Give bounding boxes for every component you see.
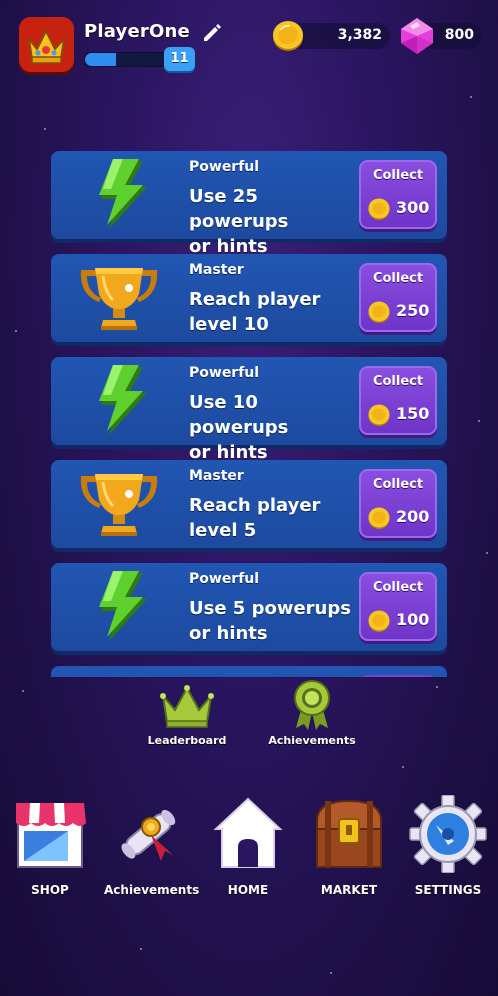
gem-icon (401, 18, 433, 54)
achievement-category: Master (189, 262, 244, 278)
achievement-card: Master Reach player level 10 Collect 250 (51, 254, 447, 342)
lightning-bolt-icon (99, 365, 147, 435)
collect-button-label: Collect (372, 477, 424, 492)
treasure-chest-icon (316, 799, 382, 868)
coin-icon (368, 301, 390, 323)
trophy-icon (80, 474, 158, 536)
collect-button-label: Collect (372, 271, 424, 286)
achievement-rosette-icon (294, 680, 330, 730)
collect-button-label: Collect (372, 580, 424, 595)
leaderboard-crown-icon (160, 685, 214, 728)
collect-button-partial[interactable] (359, 675, 437, 677)
nav-settings[interactable]: SETTINGS (403, 794, 493, 897)
achievement-card-partial (51, 666, 447, 677)
achievement-card: Powerful Use 5 powerups or hints Collect… (51, 563, 447, 651)
achievement-description-line: Reach player (189, 495, 321, 516)
nav-shop-label: SHOP (31, 883, 69, 897)
crown-icon (19, 17, 74, 72)
player-level-badge: 11 (164, 47, 195, 71)
edit-pencil-icon[interactable] (200, 21, 224, 43)
achievement-category: Powerful (189, 365, 260, 381)
player-name: PlayerOne (84, 21, 190, 42)
coin-icon (368, 198, 390, 220)
collect-button[interactable]: Collect 300 (359, 160, 437, 229)
achievement-description-line: level 10 (189, 314, 269, 335)
achievement-description: Use 25 powerups or hints (189, 184, 359, 259)
player-avatar[interactable] (19, 17, 74, 72)
achievement-category: Powerful (189, 571, 260, 587)
gem-balance-value: 800 (444, 27, 474, 43)
collect-button[interactable]: Collect 250 (359, 263, 437, 332)
reward-amount: 300 (396, 198, 430, 217)
achievement-description-line: or hints (189, 623, 268, 644)
coin-icon (368, 404, 390, 426)
leaderboard-tab[interactable]: Leaderboard (145, 684, 229, 747)
achievement-description: Reach player level 10 (189, 287, 359, 337)
coin-icon (368, 610, 390, 632)
achievement-category: Powerful (189, 159, 260, 175)
reward-amount: 200 (396, 507, 430, 526)
lightning-bolt-icon (99, 159, 147, 229)
coin-balance-value: 3,382 (337, 27, 382, 43)
coin-icon (368, 507, 390, 529)
achievement-description: Use 5 powerups or hints (189, 596, 359, 646)
achievement-category: Master (189, 468, 244, 484)
nav-shop[interactable]: SHOP (5, 795, 95, 897)
leaderboard-label: Leaderboard (147, 734, 227, 747)
reward-amount: 150 (396, 404, 430, 423)
collect-button[interactable]: Collect 200 (359, 469, 437, 538)
reward-amount: 100 (396, 610, 430, 629)
nav-achievements[interactable]: Achievements (104, 795, 200, 897)
xp-progress-bar (84, 52, 168, 67)
nav-market-label: MARKET (320, 883, 378, 897)
achievements-label: Achievements (268, 734, 356, 747)
collect-button[interactable]: Collect 150 (359, 366, 437, 435)
collect-button-label: Collect (372, 374, 424, 389)
reward-amount: 250 (396, 301, 430, 320)
collect-button[interactable]: Collect 100 (359, 572, 437, 641)
lightning-bolt-icon (99, 571, 147, 641)
achievement-description-line: level 5 (189, 520, 257, 541)
achievement-description-line: Reach player (189, 289, 321, 310)
coin-icon (273, 21, 303, 51)
home-house-icon (213, 797, 283, 868)
collect-button-label: Collect (372, 168, 424, 183)
achievement-description-line: Use 25 powerups (189, 186, 289, 232)
achievement-description-line: Use 10 powerups (189, 392, 289, 438)
achievements-tab[interactable]: Achievements (268, 680, 356, 747)
achievement-card: Master Reach player level 5 Collect 200 (51, 460, 447, 548)
nav-achievements-label: Achievements (104, 883, 200, 897)
scroll-diploma-icon (121, 809, 176, 861)
shop-store-icon (16, 803, 86, 868)
nav-home-label: HOME (227, 883, 269, 897)
xp-progress-fill (85, 53, 117, 66)
nav-market[interactable]: MARKET (304, 795, 394, 897)
nav-settings-label: SETTINGS (414, 883, 482, 897)
settings-gear-icon (409, 794, 487, 874)
trophy-icon (80, 268, 158, 330)
achievement-description: Use 10 powerups or hints (189, 390, 359, 465)
nav-home[interactable]: HOME (203, 795, 293, 897)
achievement-list[interactable]: Powerful Use 25 powerups or hints Collec… (51, 151, 447, 677)
achievement-description: Reach player level 5 (189, 493, 359, 543)
achievement-description-line: Use 5 powerups (189, 598, 351, 619)
achievement-card: Powerful Use 10 powerups or hints Collec… (51, 357, 447, 463)
achievement-card: Powerful Use 25 powerups or hints Collec… (51, 151, 447, 257)
